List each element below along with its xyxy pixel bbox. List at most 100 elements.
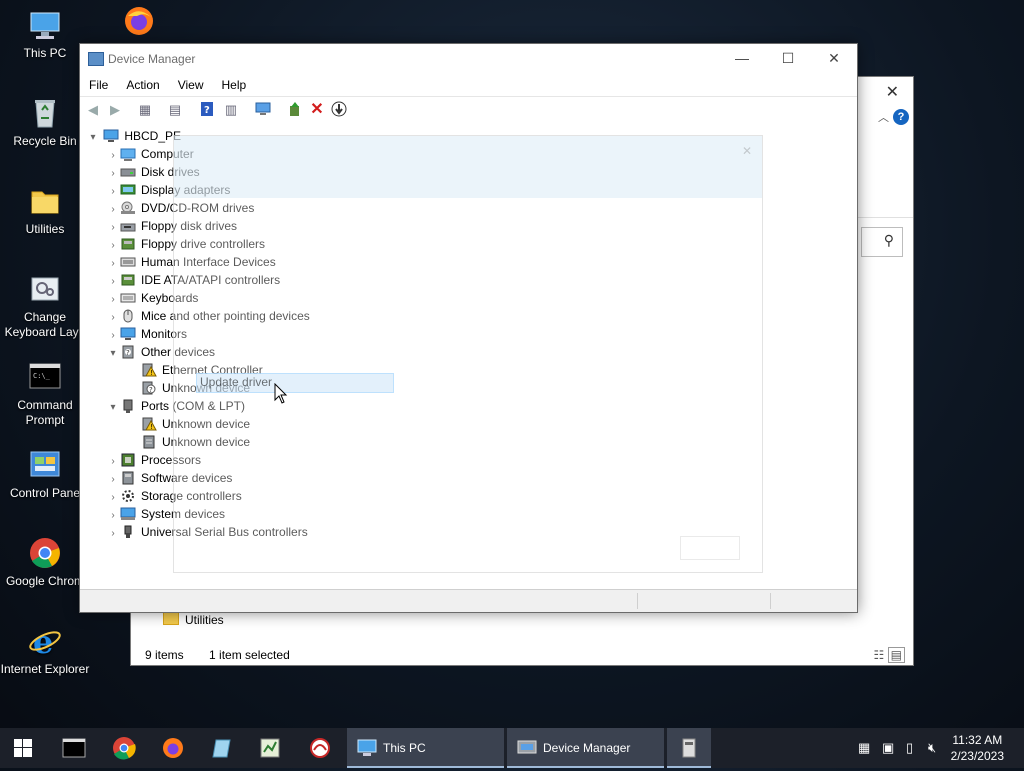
computer-icon [28,8,62,42]
update-driver-icon[interactable] [286,101,304,119]
desktop-icon-utilities[interactable]: Utilities [0,184,90,237]
help-icon[interactable]: ? [893,109,909,125]
computer-icon [103,129,119,143]
taskbar-button-unknown-app[interactable] [667,728,711,768]
desktop-icon-command-prompt[interactable]: C:\_ Command Prompt [0,360,90,428]
desktop-icon-recycle-bin[interactable]: Recycle Bin [0,96,90,149]
taskbar-tool-icon[interactable] [308,736,332,760]
file-list-item[interactable]: Utilities [163,612,224,627]
status-bar: 9 items 1 item selected [145,648,312,662]
tree-item-monitors[interactable]: › Monitors [106,325,187,343]
tree-item-label: Monitors [141,327,188,341]
folder-icon [163,612,179,625]
desktop-icon-change-keyboard[interactable]: Change Keyboard Layo [0,272,90,340]
list-icon[interactable]: ▤ [166,101,184,119]
uninstall-icon[interactable]: ✕ [308,101,326,119]
battery-icon[interactable]: ▯ [906,740,913,756]
display-icon[interactable]: ▣ [882,740,894,756]
chevron-right-icon[interactable]: › [106,525,120,543]
clock[interactable]: 11:32 AM 2/23/2023 [951,732,1004,764]
forward-icon[interactable]: ▶ [106,101,124,119]
tree-item-system-devices[interactable]: › System devices [106,505,225,523]
unknown-device-icon: ? [141,381,157,395]
title-bar[interactable]: Device Manager — ☐ ✕ [80,44,857,74]
desktop-icon-this-pc[interactable]: This PC [0,8,90,61]
chevron-down-icon[interactable]: ▾ [106,399,120,417]
taskbar-button-this-pc[interactable]: This PC [347,728,504,768]
properties-sheet-icon[interactable]: ▦ [136,101,154,119]
menu-view[interactable]: View [169,74,213,92]
chrome-icon [28,536,62,570]
tree-item-other-devices[interactable]: ▾? Other devices [106,343,215,361]
device-manager-window: Device Manager — ☐ ✕ File Action View Help … [79,43,858,613]
desktop-icon-control-panel[interactable]: Control Pane [0,448,90,501]
windows-logo-icon [14,739,32,757]
tree-item-computer[interactable]: › Computer [106,145,194,163]
tree-item-dvd-drives[interactable]: › DVD/CD-ROM drives [106,199,254,217]
disable-icon[interactable] [330,101,348,119]
tree-root-label: HBCD_PE [124,129,182,143]
taskbar-cmd-icon[interactable] [62,736,86,760]
tree-item-disk-drives[interactable]: › Disk drives [106,163,199,181]
menu-action[interactable]: Action [117,74,168,92]
tree-item-port-unknown-device-2[interactable]: Unknown device [141,433,250,451]
volume-muted-icon[interactable]: 🔇︎ [928,740,936,756]
details-icon[interactable]: ▥ [222,101,240,119]
menu-help[interactable]: Help [213,74,256,92]
menu-file[interactable]: File [80,74,117,92]
tree-item-mice[interactable]: › Mice and other pointing devices [106,307,309,325]
unknown-device-icon: ? [120,345,136,359]
taskbar-registry-icon[interactable] [258,736,282,760]
processor-icon [120,453,136,467]
taskbar-button-device-manager[interactable]: Device Manager [507,728,664,768]
ide-controller-icon [120,273,136,287]
tree-item-ide-controllers[interactable]: › IDE ATA/ATAPI controllers [106,271,280,289]
tree-item-floppy-disk-drives[interactable]: › Floppy disk drives [106,217,237,235]
tree-item-port-unknown-device-1[interactable]: ! Unknown device [141,415,250,433]
desktop-icon-firefox[interactable] [94,4,184,42]
details-view-icon[interactable]: ☷ [874,648,885,662]
svg-text:?: ? [149,386,153,394]
mouse-cursor-icon [274,383,288,404]
context-menu-update-driver[interactable]: Update driver [196,373,394,393]
tree-item-software-devices[interactable]: › Software devices [106,469,232,487]
desktop-icon-ie[interactable]: e Internet Explorer [0,623,90,677]
help-icon[interactable]: ? [198,101,216,119]
chevron-down-icon[interactable]: ▾ [106,345,120,363]
scan-hardware-icon[interactable] [254,101,272,119]
close-button[interactable]: ✕ [811,44,857,74]
tree-item-label: Computer [141,147,194,161]
close-icon[interactable]: ✕ [886,82,899,102]
svg-text:!: ! [150,369,153,377]
large-icons-view-icon[interactable]: ▤ [887,647,905,663]
start-button[interactable] [0,728,46,768]
tree-item-hid[interactable]: › Human Interface Devices [106,253,275,271]
tree-item-storage-controllers[interactable]: › Storage controllers [106,487,242,505]
tree-item-processors[interactable]: › Processors [106,451,201,469]
tree-item-floppy-drive-controllers[interactable]: › Floppy drive controllers [106,235,265,253]
taskbar-chrome-icon[interactable] [112,736,136,760]
computer-icon [357,739,377,756]
maximize-button[interactable]: ☐ [765,44,811,74]
desktop-icon-label: This PC [23,46,67,60]
tree-item-ports[interactable]: ▾ Ports (COM & LPT) [106,397,245,415]
storage-controller-icon [120,489,136,503]
usb-icon [120,525,136,539]
tree-item-usb-controllers[interactable]: › Universal Serial Bus controllers [106,523,307,543]
taskbar-notepad-icon[interactable] [210,736,234,760]
tree-item-label: Storage controllers [141,489,242,503]
taskbar-button-label: This PC [383,741,426,755]
minimize-button[interactable]: — [719,44,765,74]
chevron-up-icon[interactable]: ︿ [878,109,889,125]
network-icon[interactable]: ▦ [858,740,870,756]
tree-root[interactable]: ▾ HBCD_PE [86,127,181,145]
desktop-icon-chrome[interactable]: Google Chrom [0,536,90,589]
clock-date: 2/23/2023 [950,749,1004,763]
tree-item-display-adapters[interactable]: › Display adapters [106,181,230,199]
taskbar-firefox-icon[interactable] [161,736,185,760]
search-input[interactable]: ⚲ [861,227,903,257]
back-icon[interactable]: ◀ [84,101,102,119]
chevron-down-icon[interactable]: ▾ [86,129,100,147]
tree-item-keyboards[interactable]: › Keyboards [106,289,198,307]
view-toggle[interactable]: ☷ ▤ [874,647,905,663]
